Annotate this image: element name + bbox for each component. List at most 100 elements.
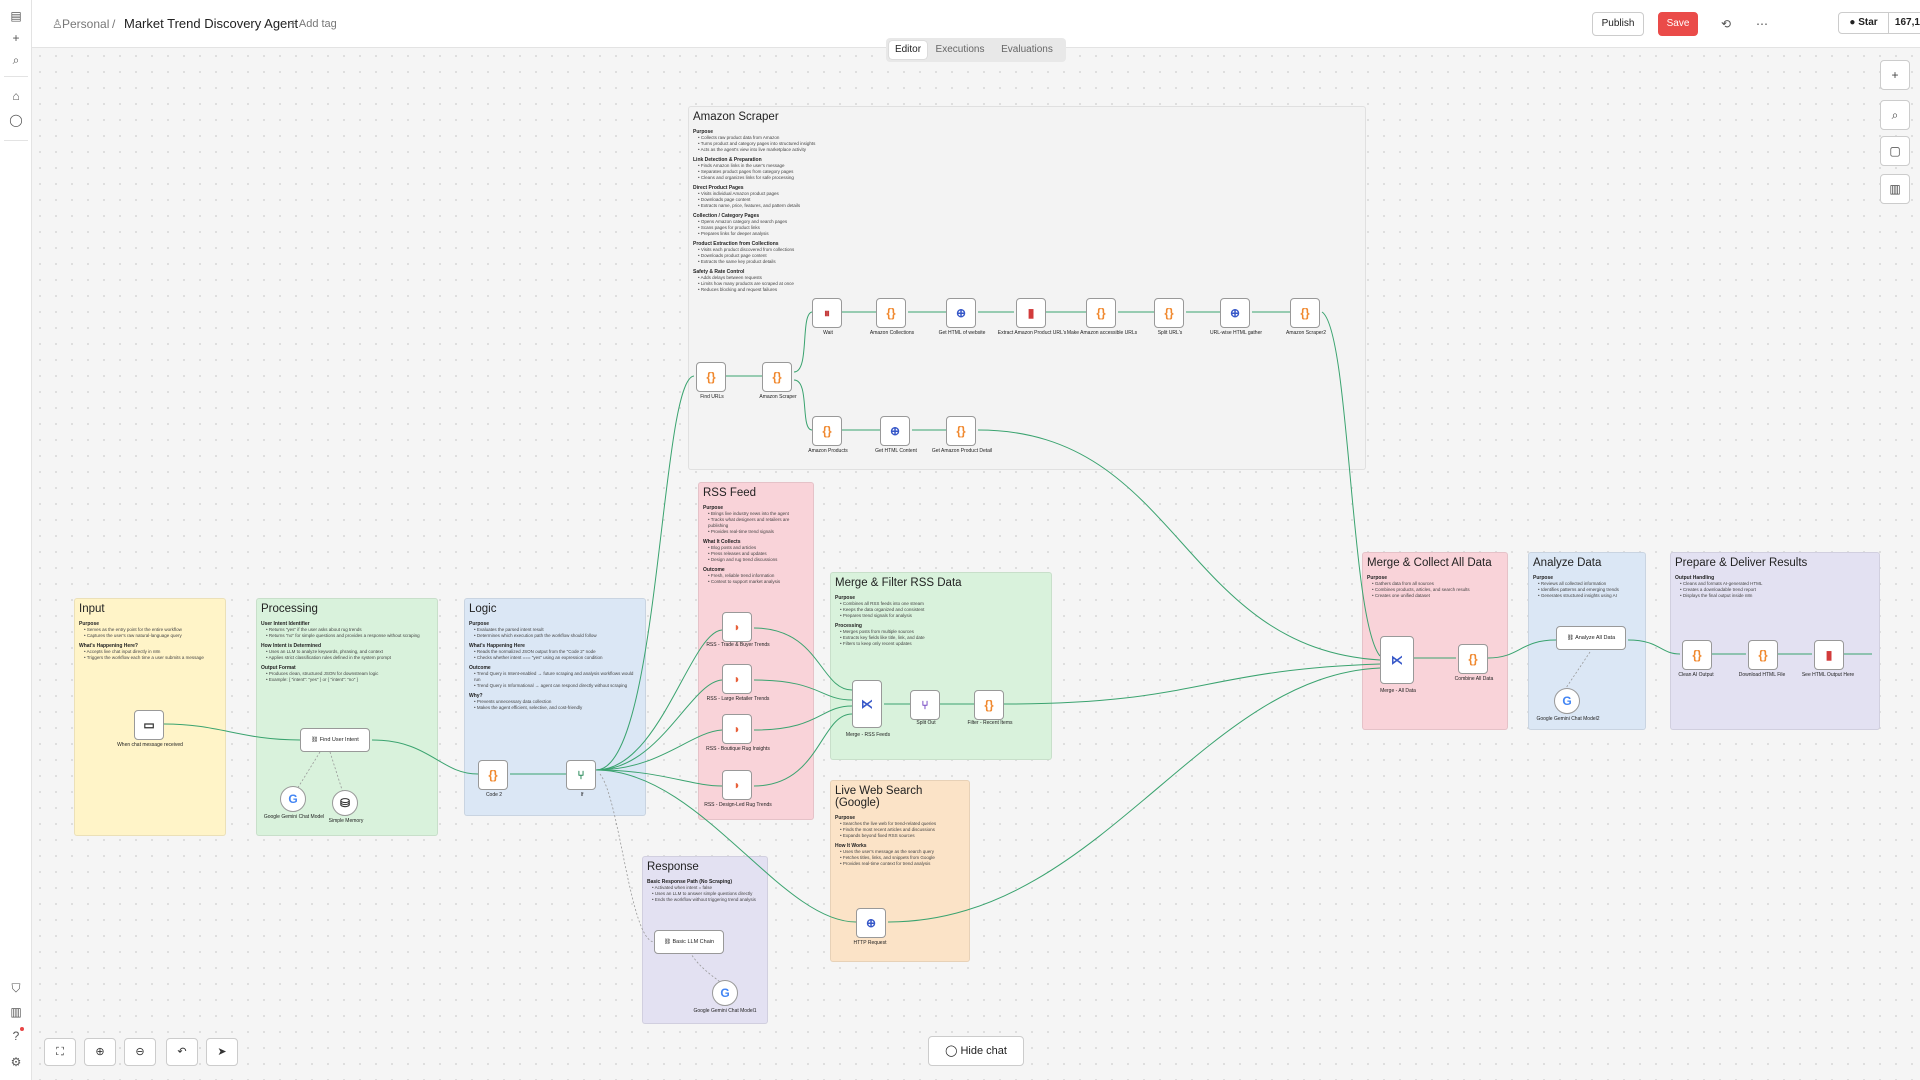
home-icon[interactable]: ⌂ [8,88,24,104]
sticky-note-amazon-scraper[interactable]: Amazon Scraper Purpose • Collects raw prod… [688,106,1366,470]
fit-view-button[interactable]: ⛶ [44,1038,76,1066]
undo-button[interactable]: ↶ [166,1038,198,1066]
sticky-note-button[interactable]: ▢ [1880,136,1910,166]
settings-icon[interactable]: ⚙ [8,1054,24,1070]
node-rss-trade[interactable]: ◗ [722,612,752,642]
node-code2[interactable]: {} [478,760,508,790]
zoom-out-button[interactable]: ⊖ [124,1038,156,1066]
sticky-note-title: Logic [469,603,497,615]
templates-icon[interactable]: ⛉ [8,980,24,996]
node-extract-urls[interactable]: ▮ [1016,298,1046,328]
node-gemini-model2[interactable]: G [1554,688,1580,714]
insights-icon[interactable]: ▥ [8,1004,24,1020]
node-label: URL-wise HTML gather [1209,330,1263,336]
node-amazon-scraper2[interactable]: {} [1290,298,1320,328]
node-simple-memory[interactable]: ⛁ [332,790,358,816]
node-get-html-content[interactable]: ⊕ [880,416,910,446]
sticky-note-title: Input [79,603,105,615]
node-rss-design[interactable]: ◗ [722,770,752,800]
node-label: RSS - Trade & Buyer Trends [706,642,770,648]
merge-icon: ⋉ [861,697,873,711]
node-rss-large[interactable]: ◗ [722,664,752,694]
node-see-html[interactable]: ▮ [1814,640,1844,670]
node-label: Combine All Data [1454,676,1494,682]
sticky-note-bullet: • Provides real-time trend signals [708,529,774,534]
hide-chat-button[interactable]: ◯ Hide chat [928,1036,1024,1066]
sticky-note-bullet: • Trend Query is Intent-enabled → future… [474,671,634,682]
node-label: Merge - RSS Feeds [845,732,891,738]
workflow-name[interactable]: Market Trend Discovery Agent [124,16,298,31]
sticky-note-rss-feed[interactable]: RSS Feed Purpose • Brings live industry ne… [698,482,814,820]
sticky-note-bullet: • Design and rug trend discussions [708,557,778,562]
node-gemini-model[interactable]: G [280,786,306,812]
node-find-intent[interactable]: ⛓ Find User Intent [300,728,370,752]
github-star-widget[interactable]: ● Star 167,124 [1838,12,1920,34]
node-split-out[interactable]: ⑂ [910,690,940,720]
history-icon[interactable]: ⟲ [1716,14,1736,34]
zoom-in-icon: ⊕ [95,1046,105,1058]
search-nodes-button[interactable]: ⌕ [1880,100,1910,130]
more-options-icon[interactable]: ⋯ [1752,14,1772,34]
code-braces-icon: {} [772,370,782,384]
sidebar-toggle-icon[interactable]: ▤ [8,8,24,24]
sticky-note-bullet: • Context to support market analysis [708,579,781,584]
fit-screen-icon: ⛶ [56,1046,64,1058]
node-merge-rss[interactable]: ⋉ [852,680,882,728]
node-http-request[interactable]: ⊕ [856,908,886,938]
node-wait[interactable]: ⏸ [812,298,842,328]
add-icon[interactable]: + [8,30,24,46]
node-get-html-website[interactable]: ⊕ [946,298,976,328]
panel-toggle-button[interactable]: ▥ [1880,174,1910,204]
node-filter-recent[interactable]: {} [974,690,1004,720]
node-clean-output[interactable]: {} [1682,640,1712,670]
node-analyze-all[interactable]: ⛓ Analyze All Data [1556,626,1626,650]
node-gemini-model1[interactable]: G [712,980,738,1006]
node-basic-llm-chain[interactable]: ⛓ Basic LLM Chain [654,930,724,954]
zoom-in-button[interactable]: ⊕ [84,1038,116,1066]
node-label: Amazon Collections [869,330,915,336]
node-get-product-detail[interactable]: {} [946,416,976,446]
node-combine-all[interactable]: {} [1458,644,1488,674]
node-label: See HTML Output Here [1801,672,1855,678]
sticky-note-bullet: • Generates structured insights using AI [1538,593,1617,598]
sticky-note-bullet: • Applies strict classification rules de… [266,655,391,660]
node-make-urls[interactable]: {} [1086,298,1116,328]
node-amazon-products[interactable]: {} [812,416,842,446]
node-find-urls[interactable]: {} [696,362,726,392]
node-chat-trigger[interactable]: ▭ [134,710,164,740]
sticky-note-body: Purpose • Searches the live web for trend… [835,815,965,867]
tab-editor[interactable]: Editor [889,41,927,59]
chat-icon: ◯ [945,1045,958,1057]
node-download-html[interactable]: {} [1748,640,1778,670]
sticky-note-bullet: • Makes the agent efficient, selective, … [474,705,583,710]
add-node-button[interactable]: + [1880,60,1910,90]
publish-button[interactable]: Publish [1592,12,1644,36]
sticky-note-live-web-search[interactable]: Live Web Search (Google) Purpose • Searche… [830,780,970,962]
link-icon: ⛓ [663,939,671,945]
sticky-note-bullet: • Tracks what designers and retailers ar… [708,517,790,528]
node-url-html-gather[interactable]: ⊕ [1220,298,1250,328]
node-rss-boutique[interactable]: ◗ [722,714,752,744]
sticky-note-bullet: • Prepares trend signals for analysis [840,613,912,618]
search-icon[interactable]: ⌕ [8,52,24,68]
ai-agent-icon: ⛓ [1566,635,1574,641]
save-button[interactable]: Save [1658,12,1698,36]
tidy-up-button[interactable]: ➤ [206,1038,238,1066]
chat-icon[interactable]: ◯ [8,112,24,128]
tab-executions[interactable]: Executions [930,41,990,59]
node-amazon-scraper[interactable]: {} [762,362,792,392]
branch-icon: ⑂ [577,768,585,782]
node-if[interactable]: ⑂ [566,760,596,790]
chat-icon: ▭ [143,718,155,732]
breadcrumb-workspace[interactable]: Personal [62,17,109,31]
code-braces-icon: {} [956,424,966,438]
sticky-note-title: Prepare & Deliver Results [1675,557,1808,569]
rss-icon: ◗ [733,778,741,792]
add-tag-button[interactable]: + Add tag [290,18,337,30]
node-split-urls[interactable]: {} [1154,298,1184,328]
node-merge-all[interactable]: ⋉ [1380,636,1414,684]
node-amazon-collections[interactable]: {} [876,298,906,328]
node-label: RSS - Large Retailer Trends [706,696,770,702]
github-star-label: Star [1858,17,1878,28]
tab-evaluations[interactable]: Evaluations [992,41,1062,59]
